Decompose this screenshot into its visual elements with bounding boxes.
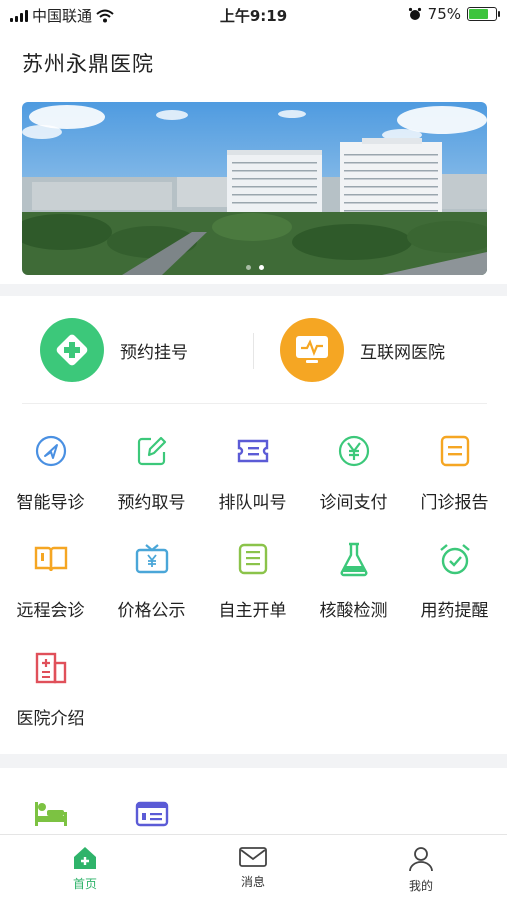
tab-bar: 首页 消息 我的 xyxy=(0,834,507,900)
service-payment[interactable]: 诊间支付 xyxy=(303,425,404,525)
tab-label: 消息 xyxy=(240,875,265,889)
service-price[interactable]: 价格公示 xyxy=(101,533,202,633)
id-card-icon[interactable] xyxy=(134,800,170,832)
service-hospital-intro[interactable]: 医院介绍 xyxy=(0,641,101,741)
service-label: 诊间支付 xyxy=(319,493,388,513)
alarm-status-icon xyxy=(408,7,421,20)
alarm-clock-icon xyxy=(435,539,475,579)
banner-image xyxy=(22,102,487,275)
quick-action-label: 互联网医院 xyxy=(360,342,445,363)
carousel-dots xyxy=(22,265,487,270)
price-tv-icon xyxy=(132,539,172,579)
service-label: 排队叫号 xyxy=(218,493,287,513)
status-bar: 中国联通 上午9:19 75% xyxy=(0,0,507,30)
battery-fill xyxy=(469,9,488,19)
service-label: 核酸检测 xyxy=(319,601,388,621)
mail-icon xyxy=(239,847,267,867)
banner-carousel[interactable] xyxy=(22,102,487,275)
plus-cross-icon xyxy=(40,318,104,382)
service-label: 门诊报告 xyxy=(420,493,489,513)
divider-line xyxy=(22,403,487,404)
status-right: 75% xyxy=(408,5,500,23)
tab-home[interactable]: 首页 xyxy=(35,845,135,892)
home-icon xyxy=(74,847,96,869)
quick-action-appointment[interactable]: 预约挂号 xyxy=(40,318,188,382)
quick-action-internet-hospital[interactable]: 互联网医院 xyxy=(280,318,445,382)
yuan-circle-icon xyxy=(334,431,374,471)
quick-action-label: 预约挂号 xyxy=(120,342,188,363)
navigation-arrow-icon xyxy=(31,431,71,471)
service-label: 医院介绍 xyxy=(16,709,85,729)
monitor-pulse-icon xyxy=(280,318,344,382)
battery-percent: 75% xyxy=(427,5,461,23)
report-list-icon xyxy=(435,431,475,471)
tab-profile[interactable]: 我的 xyxy=(371,845,471,894)
more-services xyxy=(0,798,507,834)
carousel-dot-active[interactable] xyxy=(258,265,264,270)
ticket-icon xyxy=(233,431,273,471)
carousel-dot[interactable] xyxy=(245,265,251,270)
service-medication-reminder[interactable]: 用药提醒 xyxy=(404,533,505,633)
service-remote-consult[interactable]: 远程会诊 xyxy=(0,533,101,633)
service-label: 智能导诊 xyxy=(16,493,85,513)
pencil-edit-icon xyxy=(132,431,172,471)
open-book-icon xyxy=(31,539,71,579)
flask-icon xyxy=(334,539,374,579)
tab-label: 我的 xyxy=(408,879,433,893)
quick-actions: 预约挂号 互联网医院 xyxy=(0,300,507,400)
service-take-number[interactable]: 预约取号 xyxy=(101,425,202,525)
divider xyxy=(253,333,254,369)
section-divider xyxy=(0,284,507,296)
service-smart-guide[interactable]: 智能导诊 xyxy=(0,425,101,525)
service-label: 自主开单 xyxy=(218,601,287,621)
section-divider xyxy=(0,754,507,768)
battery-icon xyxy=(467,7,500,21)
tab-messages[interactable]: 消息 xyxy=(203,845,303,890)
page-title: 苏州永鼎医院 xyxy=(22,52,154,76)
hospital-bed-icon[interactable] xyxy=(33,798,69,832)
service-label: 用药提醒 xyxy=(420,601,489,621)
hospital-building-icon xyxy=(31,647,71,687)
form-sheet-icon xyxy=(233,539,273,579)
service-nucleic-test[interactable]: 核酸检测 xyxy=(303,533,404,633)
service-label: 价格公示 xyxy=(117,601,186,621)
service-label: 远程会诊 xyxy=(16,601,85,621)
service-queue[interactable]: 排队叫号 xyxy=(202,425,303,525)
tab-label: 首页 xyxy=(72,877,97,891)
user-icon xyxy=(409,847,433,872)
service-report[interactable]: 门诊报告 xyxy=(404,425,505,525)
service-label: 预约取号 xyxy=(117,493,186,513)
service-self-order[interactable]: 自主开单 xyxy=(202,533,303,633)
